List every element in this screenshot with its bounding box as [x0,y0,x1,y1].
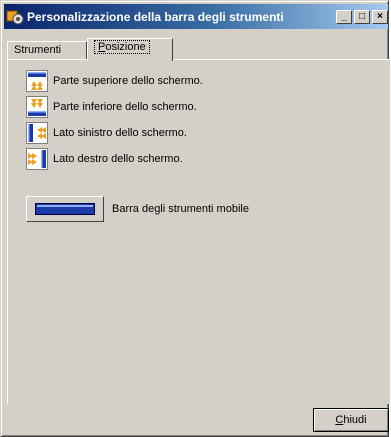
toolbar-right-icon [26,148,48,170]
position-left-label: Lato sinistro dello schermo. [53,127,187,139]
position-left-option[interactable]: Lato sinistro dello schermo. [26,120,187,146]
tab-panel-posizione: Parte superiore dello schermo. Parte inf… [7,59,390,404]
toolbar-bottom-icon [26,96,48,118]
window-title: Personalizzazione della barra degli stru… [27,9,284,24]
position-top-option[interactable]: Parte superiore dello schermo. [26,68,203,94]
close-window-button[interactable]: × [372,9,388,24]
floating-toolbar-button[interactable] [26,196,104,222]
chiudi-button[interactable]: Chiudi [313,408,389,432]
tab-posizione-label: osizione [105,41,146,53]
floating-toolbar-label: Barra degli strumenti mobile [112,203,249,215]
toolbar-left-icon [26,122,48,144]
tab-strumenti[interactable]: Strumenti [7,41,87,60]
tab-posizione-focus: Posizione [94,40,150,54]
dialog-window: Personalizzazione della barra degli stru… [0,0,390,437]
tab-strumenti-label: Strumenti [14,44,62,56]
chiudi-label: hiudi [343,414,367,426]
position-right-option[interactable]: Lato destro dello schermo. [26,146,183,172]
toolbar-floating-icon [35,203,95,215]
toolbar-customize-app-icon [6,10,24,24]
position-top-label: Parte superiore dello schermo. [53,75,203,87]
toolbar-top-icon [26,70,48,92]
position-bottom-option[interactable]: Parte inferiore dello schermo. [26,94,197,120]
position-right-label: Lato destro dello schermo. [53,153,183,165]
maximize-button[interactable]: □ [354,9,370,24]
tab-posizione[interactable]: Posizione [87,38,173,61]
title-bar[interactable]: Personalizzazione della barra degli stru… [4,4,388,29]
minimize-button[interactable]: _ [336,9,352,24]
position-bottom-label: Parte inferiore dello schermo. [53,101,197,113]
